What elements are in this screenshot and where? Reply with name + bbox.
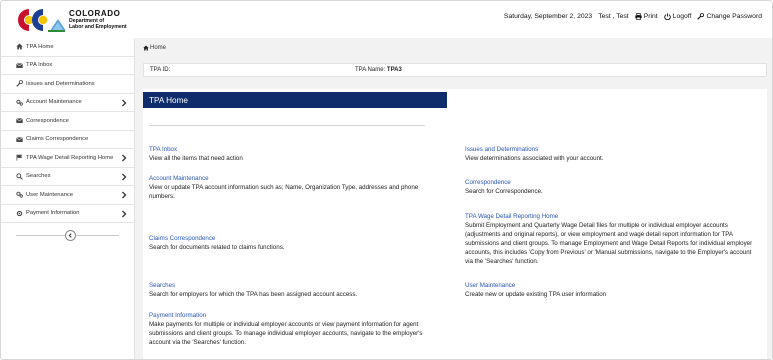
- description-payment-information: Make payments for multiple or individual…: [149, 321, 423, 346]
- link-issues-and-determinations[interactable]: Issues and Determinations: [465, 145, 755, 154]
- flag-icon: [16, 154, 23, 161]
- logo-title: COLORADO: [69, 9, 121, 18]
- breadcrumb-home[interactable]: Home: [150, 45, 166, 51]
- sidebar-nav: TPA Home TPA Inbox Issues and Determinatio…: [1, 38, 135, 359]
- sidebar-item-claims-correspondence[interactable]: Claims Correspondence: [1, 130, 134, 149]
- print-label: Print: [643, 13, 658, 20]
- current-date: Saturday, September 2, 2023: [503, 13, 593, 20]
- print-icon: [635, 13, 642, 20]
- section-tpa-inbox: TPA Inbox View all the items that need ac…: [149, 145, 437, 163]
- breadcrumb: Home: [143, 45, 166, 51]
- description-correspondence: Search for Correspondence.: [465, 188, 543, 195]
- chevron-right-icon: [121, 99, 127, 107]
- logo-text: COLORADO Department of Labor and Employm…: [69, 9, 127, 30]
- link-tpa-inbox[interactable]: TPA Inbox: [149, 145, 437, 154]
- description-issues-and-determinations: View determinations associated with your…: [465, 155, 604, 162]
- sidebar-item-tpa-home[interactable]: TPA Home: [1, 38, 134, 57]
- sidebar-item-account-maintenance[interactable]: Account Maintenance: [1, 93, 134, 112]
- gear-icon: [16, 210, 23, 217]
- link-payment-information[interactable]: Payment Information: [149, 311, 437, 320]
- section-payment-information: Payment Information Make payments for mul…: [149, 311, 437, 347]
- tpa-name: TPA Name: TPA3: [355, 67, 402, 73]
- section-account-maintenance: Account Maintenance View or update TPA ac…: [149, 174, 437, 201]
- gears-icon: [16, 99, 23, 106]
- sidebar-item-label: Issues and Determinations: [26, 80, 95, 87]
- logoff-label: Logoff: [672, 13, 692, 20]
- tpa-id: TPA ID:: [150, 67, 170, 73]
- description-searches: Search for employers for which the TPA h…: [149, 291, 358, 298]
- sidebar-item-label: Correspondence: [26, 117, 69, 124]
- sidebar-item-label: Payment Information: [26, 210, 80, 217]
- sidebar-item-label: Searches: [26, 173, 51, 180]
- description-claims-correspondence: Search for documents related to claims f…: [149, 244, 285, 251]
- logo-subtitle-line2: Labor and Employment: [69, 24, 127, 30]
- tpa-name-label: TPA Name:: [355, 67, 386, 73]
- section-user-maintenance: User Maintenance Create new or update exi…: [465, 281, 755, 299]
- section-tpa-wage-detail-reporting-home: TPA Wage Detail Reporting Home Submit Emp…: [465, 212, 755, 266]
- user-name: Test , Test: [598, 13, 629, 20]
- sidebar-list: TPA Home TPA Inbox Issues and Determinatio…: [1, 38, 134, 223]
- sidebar-item-tpa-wage-detail-reporting-home[interactable]: TPA Wage Detail Reporting Home: [1, 149, 134, 168]
- print-button[interactable]: Print: [635, 13, 658, 20]
- section-issues-and-determinations: Issues and Determinations View determinat…: [465, 145, 755, 163]
- tpa-info-bar: TPA ID: TPA Name: TPA3: [143, 63, 767, 77]
- wrench-icon: [16, 80, 23, 87]
- section-claims-correspondence: Claims Correspondence Search for document…: [149, 234, 437, 252]
- sidebar-item-label: User Maintenance: [26, 191, 74, 198]
- tpa-id-label: TPA ID:: [150, 67, 171, 73]
- chevron-right-icon: [121, 154, 127, 162]
- sidebar-item-label: TPA Inbox: [26, 62, 53, 69]
- main-content: Home TPA ID: TPA Name: TPA3 TPA Home TPA…: [135, 38, 772, 359]
- tpa-home-panel: TPA Home TPA Inbox View all the items tha…: [143, 89, 767, 359]
- home-icon: [16, 43, 23, 50]
- title-divider: [149, 125, 425, 126]
- envelope-icon: [16, 136, 23, 143]
- app-window: COLORADO Department of Labor and Employm…: [0, 0, 773, 360]
- wrench-icon: [697, 13, 705, 20]
- section-correspondence: Correspondence Search for Correspondence.: [465, 178, 755, 196]
- top-bar: Saturday, September 2, 2023 Test , Test …: [504, 13, 762, 20]
- sidebar-item-tpa-inbox[interactable]: TPA Inbox: [1, 56, 134, 75]
- link-account-maintenance[interactable]: Account Maintenance: [149, 174, 437, 183]
- envelope-icon: [16, 117, 23, 124]
- link-tpa-wage-detail-reporting-home[interactable]: TPA Wage Detail Reporting Home: [465, 212, 755, 221]
- sidebar-item-payment-information[interactable]: Payment Information: [1, 204, 134, 223]
- link-user-maintenance[interactable]: User Maintenance: [465, 281, 755, 290]
- collapse-sidebar-button[interactable]: [65, 230, 76, 241]
- sidebar-item-label: Claims Correspondence: [26, 136, 89, 143]
- description-tpa-inbox: View all the items that need action: [149, 155, 243, 162]
- tpa-name-value: TPA3: [386, 67, 402, 73]
- page-title: TPA Home: [143, 92, 447, 108]
- sidebar-item-searches[interactable]: Searches: [1, 167, 134, 186]
- home-icon: [143, 45, 149, 51]
- envelope-icon: [16, 62, 23, 69]
- change-password-label: Change Password: [706, 13, 762, 20]
- link-correspondence[interactable]: Correspondence: [465, 178, 755, 187]
- sidebar-item-issues-and-determinations[interactable]: Issues and Determinations: [1, 75, 134, 94]
- chevron-left-icon: [68, 233, 72, 238]
- sidebar-item-label: Account Maintenance: [26, 99, 82, 106]
- sidebar-item-label: TPA Wage Detail Reporting Home: [26, 154, 114, 161]
- colorado-logo-mark: [18, 9, 65, 32]
- link-claims-correspondence[interactable]: Claims Correspondence: [149, 234, 437, 243]
- sidebar-item-label: TPA Home: [26, 43, 54, 50]
- chevron-right-icon: [121, 191, 127, 199]
- chevron-right-icon: [121, 210, 127, 218]
- change-password-button[interactable]: Change Password: [697, 13, 762, 20]
- link-searches[interactable]: Searches: [149, 281, 437, 290]
- power-icon: [663, 13, 671, 20]
- section-searches: Searches Search for employers for which t…: [149, 281, 437, 299]
- search-icon: [16, 173, 23, 180]
- sidebar-item-user-maintenance[interactable]: User Maintenance: [1, 186, 134, 205]
- description-user-maintenance: Create new or update existing TPA user i…: [465, 291, 607, 298]
- description-account-maintenance: View or update TPA account information s…: [149, 184, 419, 200]
- colorado-logo[interactable]: COLORADO Department of Labor and Employm…: [15, 7, 133, 33]
- gears-icon: [16, 191, 23, 198]
- sidebar-item-correspondence[interactable]: Correspondence: [1, 112, 134, 131]
- top-header: COLORADO Department of Labor and Employm…: [1, 1, 772, 38]
- chevron-right-icon: [121, 173, 127, 181]
- description-tpa-wage-detail-reporting-home: Submit Employment and Quarterly Wage Det…: [465, 222, 753, 265]
- logoff-button[interactable]: Logoff: [663, 13, 692, 20]
